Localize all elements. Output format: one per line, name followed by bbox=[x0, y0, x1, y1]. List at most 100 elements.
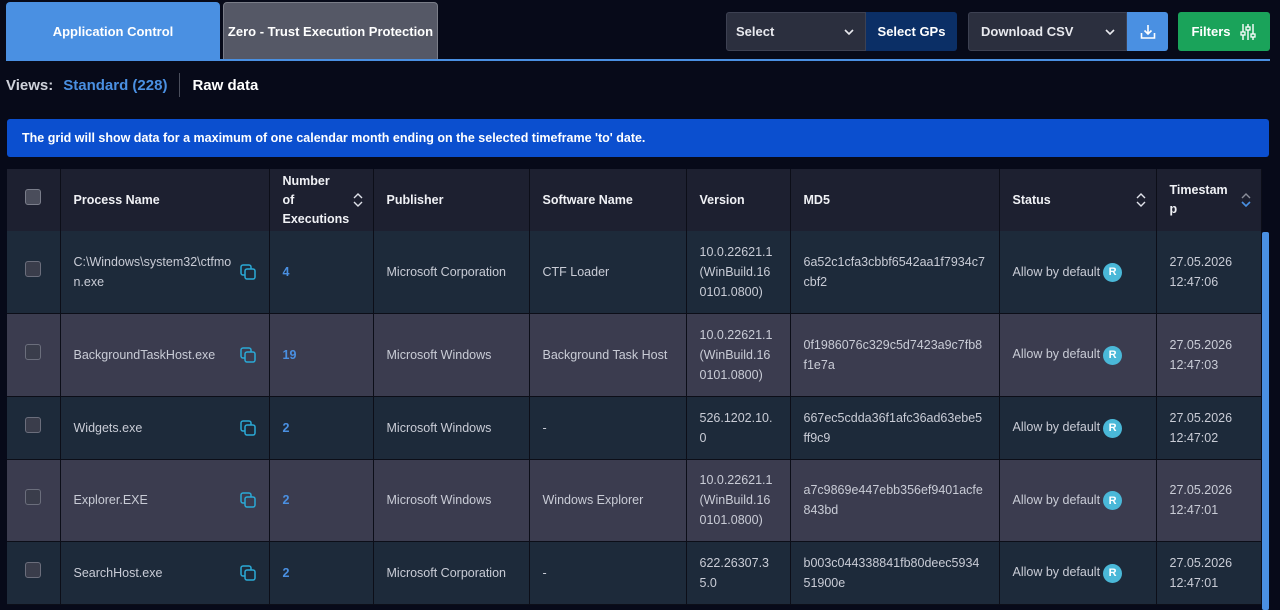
header-version[interactable]: Version bbox=[686, 169, 791, 231]
copy-icon[interactable] bbox=[239, 263, 257, 281]
group-select-dropdown[interactable]: Select bbox=[726, 12, 866, 51]
version-cell: 526.1202.10.0 bbox=[686, 396, 791, 460]
download-icon bbox=[1140, 24, 1155, 39]
timestamp-cell: 27.05.2026 12:47:03 bbox=[1156, 313, 1262, 397]
header-process-name[interactable]: Process Name bbox=[60, 169, 270, 231]
vertical-scrollbar[interactable] bbox=[1262, 232, 1269, 610]
copy-icon[interactable] bbox=[239, 419, 257, 437]
header-status[interactable]: Status bbox=[999, 169, 1157, 231]
process-name-cell: Explorer.EXE bbox=[60, 459, 270, 542]
process-name: BackgroundTaskHost.exe bbox=[73, 347, 216, 362]
timestamp-time: 12:47:02 bbox=[1169, 430, 1219, 445]
copy-icon[interactable] bbox=[239, 491, 257, 509]
row-select-cell bbox=[7, 231, 61, 314]
top-bar: Application Control Zero - Trust Executi… bbox=[0, 0, 1280, 62]
executions-cell[interactable]: 2 bbox=[269, 541, 374, 605]
executions-count[interactable]: 2 bbox=[283, 566, 290, 580]
table-row[interactable]: SearchHost.exe 2 Microsoft Corporation -… bbox=[7, 541, 1262, 605]
table-row[interactable]: C:\Windows\system32\ctfmon.exe 4 Microso… bbox=[7, 231, 1262, 314]
filters-button[interactable]: Filters bbox=[1178, 12, 1270, 51]
status-text: Allow by default bbox=[1012, 347, 1101, 362]
timestamp-date: 27.05.2026 bbox=[1169, 483, 1233, 497]
status-text: Allow by default bbox=[1012, 420, 1101, 435]
process-name-cell: C:\Windows\system32\ctfmon.exe bbox=[60, 231, 270, 314]
row-select-cell bbox=[7, 459, 61, 542]
header-timestamp[interactable]: Timestamp bbox=[1156, 169, 1262, 231]
row-select-cell bbox=[7, 396, 61, 460]
row-checkbox[interactable] bbox=[25, 343, 42, 360]
version-cell: 10.0.22621.1 (WinBuild.160101.0800) bbox=[686, 231, 791, 314]
publisher-cell: Microsoft Windows bbox=[373, 313, 530, 397]
process-name: Widgets.exe bbox=[73, 420, 143, 435]
select-all-checkbox[interactable] bbox=[25, 189, 42, 205]
sort-icon[interactable] bbox=[1136, 191, 1146, 209]
process-name-cell: BackgroundTaskHost.exe bbox=[60, 313, 270, 397]
download-csv-dropdown[interactable]: Download CSV bbox=[968, 12, 1127, 51]
software-name-cell: CTF Loader bbox=[529, 231, 687, 314]
executions-cell[interactable]: 2 bbox=[269, 396, 374, 460]
timestamp-cell: 27.05.2026 12:47:01 bbox=[1156, 459, 1262, 542]
timestamp-cell: 27.05.2026 12:47:02 bbox=[1156, 396, 1262, 460]
software-name-cell: - bbox=[529, 541, 687, 605]
timestamp-date: 27.05.2026 bbox=[1169, 337, 1233, 352]
download-button[interactable] bbox=[1127, 12, 1168, 51]
header-status-label: Status bbox=[1012, 192, 1051, 207]
md5-cell: 6a52c1cfa3cbbf6542aa1f7934c7cbf2 bbox=[790, 231, 1000, 314]
executions-cell[interactable]: 2 bbox=[269, 459, 374, 542]
process-name: SearchHost.exe bbox=[73, 565, 163, 580]
tab-zero-trust-execution-protection[interactable]: Zero - Trust Execution Protection bbox=[223, 2, 438, 60]
sort-icon[interactable] bbox=[353, 191, 363, 209]
status-cell: Allow by default R bbox=[999, 459, 1157, 542]
sort-desc-icon[interactable] bbox=[1240, 191, 1251, 209]
executions-cell[interactable]: 19 bbox=[269, 313, 374, 397]
table-row[interactable]: Widgets.exe 2 Microsoft Windows - 526.12… bbox=[7, 396, 1262, 460]
status-cell: Allow by default R bbox=[999, 396, 1157, 460]
status-text: Allow by default bbox=[1012, 264, 1101, 279]
publisher-cell: Microsoft Corporation bbox=[373, 231, 530, 314]
header-number-of-executions[interactable]: Number of Executions bbox=[269, 169, 374, 231]
header-software-name[interactable]: Software Name bbox=[529, 169, 687, 231]
chevron-down-icon bbox=[844, 29, 854, 36]
copy-icon[interactable] bbox=[239, 564, 257, 582]
table-row[interactable]: Explorer.EXE 2 Microsoft Windows Windows… bbox=[7, 459, 1262, 542]
md5-cell: 0f1986076c329c5d7423a9c7fb8f1e7a bbox=[790, 313, 1000, 397]
executions-cell[interactable]: 4 bbox=[269, 231, 374, 314]
views-switcher: Views: Standard (228) Raw data bbox=[6, 73, 258, 97]
executions-count[interactable]: 19 bbox=[283, 348, 297, 362]
timestamp-date: 27.05.2026 bbox=[1169, 555, 1233, 570]
timestamp-time: 12:47:01 bbox=[1169, 503, 1219, 517]
select-gps-button[interactable]: Select GPs bbox=[866, 12, 957, 51]
timestamp-cell: 27.05.2026 12:47:06 bbox=[1156, 231, 1262, 314]
timestamp-date: 27.05.2026 bbox=[1169, 410, 1233, 425]
header-md5[interactable]: MD5 bbox=[790, 169, 1000, 231]
timestamp-time: 12:47:06 bbox=[1169, 274, 1219, 289]
status-badge: R bbox=[1103, 491, 1123, 511]
row-checkbox[interactable] bbox=[25, 561, 42, 578]
row-checkbox[interactable] bbox=[25, 416, 42, 433]
executions-table: Process Name Number of Executions Publis… bbox=[7, 169, 1262, 605]
view-raw-data-link[interactable]: Raw data bbox=[192, 77, 258, 94]
tab-application-control[interactable]: Application Control bbox=[6, 2, 220, 60]
tab-underline bbox=[6, 59, 1270, 61]
views-label: Views: bbox=[6, 76, 54, 94]
copy-icon[interactable] bbox=[239, 346, 257, 364]
chevron-down-icon bbox=[1105, 29, 1115, 36]
publisher-cell: Microsoft Windows bbox=[373, 396, 530, 460]
table-row[interactable]: BackgroundTaskHost.exe 19 Microsoft Wind… bbox=[7, 313, 1262, 397]
executions-count[interactable]: 4 bbox=[283, 265, 290, 279]
software-name-cell: - bbox=[529, 396, 687, 460]
row-select-cell bbox=[7, 541, 61, 605]
software-name-cell: Windows Explorer bbox=[529, 459, 687, 542]
view-standard-link[interactable]: Standard (228) bbox=[63, 77, 167, 94]
executions-count[interactable]: 2 bbox=[283, 493, 290, 507]
timestamp-cell: 27.05.2026 12:47:01 bbox=[1156, 541, 1262, 605]
executions-count[interactable]: 2 bbox=[283, 421, 290, 435]
process-name: Explorer.EXE bbox=[73, 493, 148, 507]
sliders-icon bbox=[1239, 23, 1256, 40]
row-checkbox[interactable] bbox=[25, 489, 42, 505]
publisher-cell: Microsoft Windows bbox=[373, 459, 530, 542]
header-publisher[interactable]: Publisher bbox=[373, 169, 530, 231]
status-badge: R bbox=[1103, 262, 1123, 282]
row-checkbox[interactable] bbox=[25, 260, 42, 277]
md5-cell: 667ec5cdda36f1afc36ad63ebe5ff9c9 bbox=[790, 396, 1000, 460]
